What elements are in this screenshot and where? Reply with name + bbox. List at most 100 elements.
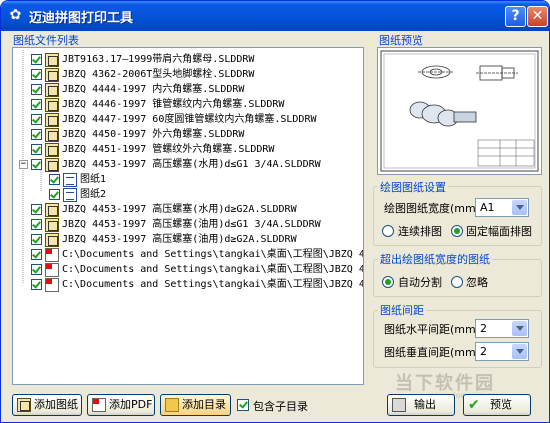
folder-icon <box>165 398 179 412</box>
tree-item[interactable]: 图纸2 <box>13 187 363 203</box>
settings-label: 绘图图纸设置 <box>378 179 448 195</box>
radio-ignore-label: 忽略 <box>466 276 488 289</box>
tree-item[interactable]: C:\Documents and Settings\tangkai\桌面\工程图… <box>13 247 364 263</box>
file-tree[interactable]: JBT9163.17—1999带肩六角螺母.SLDDRW JBZQ 4362-20… <box>12 47 364 385</box>
drawing-icon <box>45 128 59 142</box>
tree-item[interactable]: C:\Documents and Settings\tangkai\桌面\工程图… <box>13 262 363 278</box>
pdf-icon <box>45 248 59 262</box>
v-spacing-select[interactable]: 2 <box>475 342 529 361</box>
drawing-icon <box>45 68 59 82</box>
drawing-icon <box>45 203 59 217</box>
item-checkbox[interactable] <box>31 234 42 245</box>
item-checkbox[interactable] <box>31 159 42 170</box>
spacing-label: 图纸间距 <box>378 302 426 318</box>
tree-item[interactable]: JBZQ 4447-1997 60度圆锥管螺纹内六角螺塞.SLDDRW <box>13 112 363 128</box>
drawing-icon <box>45 98 59 112</box>
radio-fixed[interactable] <box>451 225 463 237</box>
chevron-down-icon[interactable] <box>512 344 527 359</box>
item-checkbox[interactable] <box>31 114 42 125</box>
tree-item-label: JBZQ 4453-1997 高压螺塞(水用)d≥G2A.SLDDRW <box>62 204 297 215</box>
tree-item-label: JBZQ 4453-1997 高压螺塞(油用)d≥G2A.SLDDRW <box>62 234 297 245</box>
tree-item-label: JBZQ 4451-1997 管螺纹外六角螺塞.SLDDRW <box>62 144 275 155</box>
tree-item[interactable]: JBZQ 4453-1997 高压螺塞(油用)d≤G1 3/4A.SLDDRW <box>13 217 363 233</box>
v-spacing-label: 图纸垂直间距(mm) <box>384 346 481 359</box>
tree-item-label: JBZQ 4453-1997 高压螺塞(水用)d≤G1 3/4A.SLDDRW <box>62 159 321 170</box>
item-checkbox[interactable] <box>49 174 60 185</box>
drawing-icon <box>45 83 59 97</box>
chevron-down-icon[interactable] <box>512 200 527 215</box>
item-checkbox[interactable] <box>31 144 42 155</box>
tree-item-label: C:\Documents and Settings\tangkai\桌面\工程图… <box>62 249 364 260</box>
width-label: 绘图图纸宽度(mm) <box>384 202 481 215</box>
v-spacing-value: 2 <box>480 345 487 358</box>
tree-item-label: 图纸1 <box>80 174 107 185</box>
tree-item-label: JBZQ 4446-1997 锥管螺纹内六角螺塞.SLDDRW <box>62 99 285 110</box>
add-pdf-label: 添加PDF <box>109 398 153 411</box>
output-button[interactable]: 输出 <box>387 394 455 416</box>
add-folder-button[interactable]: 添加目录 <box>160 394 231 416</box>
tree-item-label: JBZQ 4450-1997 外六角螺塞.SLDDRW <box>62 129 245 140</box>
close-button[interactable]: ✕ <box>527 6 548 27</box>
radio-continuous[interactable] <box>382 225 394 237</box>
tree-item[interactable]: 图纸1 <box>13 172 363 188</box>
pdf-icon <box>92 398 106 412</box>
include-subfolders-checkbox[interactable] <box>237 399 249 411</box>
tree-item-label: JBT9163.17—1999带肩六角螺母.SLDDRW <box>62 54 255 65</box>
tree-item[interactable]: JBZQ 4450-1997 外六角螺塞.SLDDRW <box>13 127 363 143</box>
h-spacing-value: 2 <box>480 322 487 335</box>
radio-auto-split[interactable] <box>382 276 394 288</box>
tree-item[interactable]: JBZQ 4451-1997 管螺纹外六角螺塞.SLDDRW <box>13 142 363 158</box>
tree-item[interactable]: JBZQ 4446-1997 锥管螺纹内六角螺塞.SLDDRW <box>13 97 363 113</box>
collapse-toggle[interactable]: − <box>19 160 28 169</box>
item-checkbox[interactable] <box>31 129 42 140</box>
drawing-icon <box>45 158 59 172</box>
drawing-icon <box>17 398 31 412</box>
drawing-icon <box>45 233 59 247</box>
radio-auto-split-label: 自动分割 <box>398 276 442 289</box>
item-checkbox[interactable] <box>31 54 42 65</box>
output-label: 输出 <box>414 398 436 411</box>
drawing-preview <box>377 47 542 175</box>
chevron-down-icon[interactable] <box>512 321 527 336</box>
item-checkbox[interactable] <box>31 99 42 110</box>
tree-item[interactable]: C:\Documents and Settings\tangkai\桌面\工程图… <box>13 277 364 293</box>
item-checkbox[interactable] <box>31 204 42 215</box>
item-checkbox[interactable] <box>31 219 42 230</box>
item-checkbox[interactable] <box>31 69 42 80</box>
add-pdf-button[interactable]: 添加PDF <box>87 394 155 416</box>
drawing-icon <box>45 113 59 127</box>
tree-item-label: JBZQ 4453-1997 高压螺塞(油用)d≤G1 3/4A.SLDDRW <box>62 219 321 230</box>
tree-item[interactable]: JBZQ 4453-1997 高压螺塞(油用)d≥G2A.SLDDRW <box>13 232 363 248</box>
item-checkbox[interactable] <box>31 264 42 275</box>
help-button[interactable]: ? <box>505 6 526 27</box>
include-subfolders-label: 包含子目录 <box>253 400 308 413</box>
tree-item[interactable]: JBZQ 4444-1997 内六角螺塞.SLDDRW <box>13 82 363 98</box>
tree-item-label: JBZQ 4362-2006T型头地脚螺栓.SLDDRW <box>62 69 255 80</box>
sheet-icon <box>63 173 77 187</box>
tree-item-label: JBZQ 4447-1997 60度圆锥管螺纹内六角螺塞.SLDDRW <box>62 114 317 125</box>
width-select[interactable]: A1 <box>475 198 529 217</box>
preview-button[interactable]: ✔ 预览 <box>463 394 531 416</box>
tree-item[interactable]: − JBZQ 4453-1997 高压螺塞(水用)d≤G1 3/4A.SLDDRW <box>13 157 363 173</box>
radio-ignore[interactable] <box>451 276 463 288</box>
sheet-icon <box>63 188 77 202</box>
preview-drawing <box>380 50 539 172</box>
app-logo-icon: ✿ <box>9 7 22 23</box>
tree-item-label: JBZQ 4444-1997 内六角螺塞.SLDDRW <box>62 84 245 95</box>
pdf-icon <box>45 278 59 292</box>
item-checkbox[interactable] <box>31 279 42 290</box>
tree-item[interactable]: JBZQ 4453-1997 高压螺塞(水用)d≥G2A.SLDDRW <box>13 202 363 218</box>
oversize-label: 超出绘图纸宽度的图纸 <box>378 251 492 267</box>
tree-item-label: 图纸2 <box>80 189 107 200</box>
item-checkbox[interactable] <box>31 249 42 260</box>
item-checkbox[interactable] <box>49 189 60 200</box>
title-bar[interactable]: ✿ 迈迪拼图打印工具 ? ✕ <box>1 1 549 31</box>
tree-item[interactable]: JBT9163.17—1999带肩六角螺母.SLDDRW <box>13 52 363 68</box>
tree-item-label: C:\Documents and Settings\tangkai\桌面\工程图… <box>62 279 364 290</box>
add-drawing-button[interactable]: 添加图纸 <box>12 394 82 416</box>
item-checkbox[interactable] <box>31 84 42 95</box>
tree-item[interactable]: JBZQ 4362-2006T型头地脚螺栓.SLDDRW <box>13 67 363 83</box>
drawing-icon <box>45 53 59 67</box>
h-spacing-select[interactable]: 2 <box>475 319 529 338</box>
drawing-icon <box>45 218 59 232</box>
